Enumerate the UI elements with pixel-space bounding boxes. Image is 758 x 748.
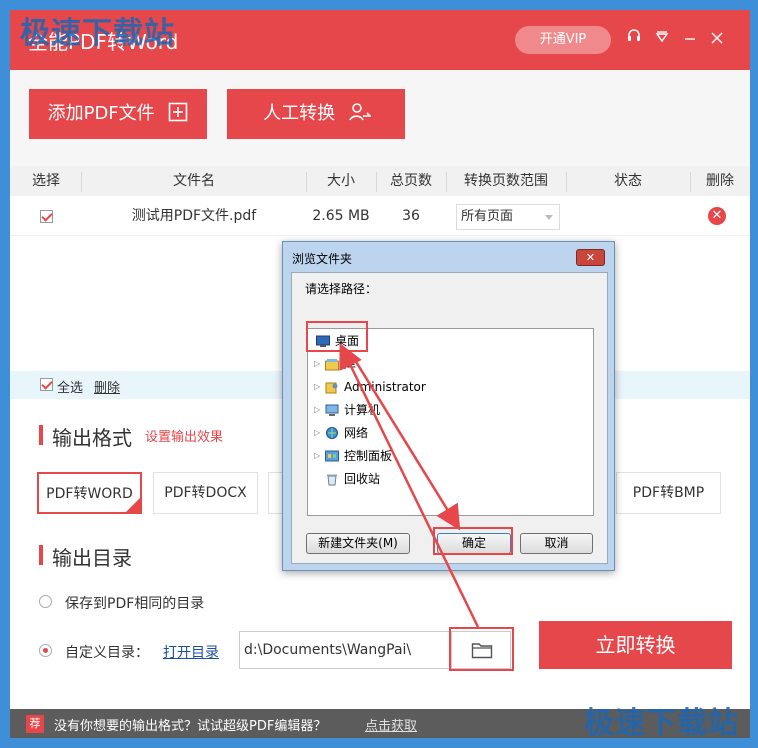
tree-label: 库 <box>344 357 357 371</box>
convert-now-button[interactable]: 立即转换 <box>539 621 732 669</box>
output-dir-title: 输出目录 <box>39 542 132 571</box>
expand-icon[interactable]: ▷ <box>314 400 322 420</box>
output-path-input[interactable]: d:\Documents\WangPai\ <box>239 631 451 669</box>
expand-icon[interactable]: ▷ <box>314 446 322 466</box>
delete-row-icon[interactable]: ✕ <box>708 207 726 225</box>
recycle-bin-icon <box>325 472 339 486</box>
promo-link[interactable]: 点击获取 <box>365 715 417 734</box>
tree-item-computer[interactable]: ▷ 计算机 <box>308 400 593 420</box>
browse-folder-dialog: 浏览文件夹 ✕ 请选择路径： 桌面 ▷ 库 ▷ Administrator ▷ … <box>282 241 615 571</box>
add-pdf-button[interactable]: 添加PDF文件 <box>29 89 207 139</box>
radio-same-dir-label[interactable]: 保存到PDF相同的目录 <box>65 593 204 613</box>
toolbar: 添加PDF文件 人工转换 <box>10 70 750 166</box>
file-table-header: 选择 文件名 大小 总页数 转换页数范围 状态 删除 <box>10 166 750 196</box>
tree-item-recycle-bin[interactable]: 回收站 <box>308 469 593 489</box>
tree-label: 网络 <box>344 426 369 440</box>
control-panel-icon <box>325 449 339 462</box>
row-checkbox[interactable] <box>39 209 53 223</box>
dialog-cancel-button[interactable]: 取消 <box>520 533 593 554</box>
library-icon <box>325 357 339 371</box>
format-pdf-to-docx[interactable]: PDF转DOCX <box>153 472 258 514</box>
chevron-down-icon <box>545 215 553 220</box>
tree-item-administrator[interactable]: ▷ Administrator <box>308 377 593 397</box>
watermark-logo-bottom: 极速下载站 <box>584 706 739 741</box>
col-range: 转换页数范围 <box>464 173 548 189</box>
promo-message: 没有你想要的输出格式？试试超级PDF编辑器？ <box>54 719 327 734</box>
select-all-checkbox[interactable] <box>40 378 53 391</box>
network-icon <box>325 426 339 439</box>
format-pdf-to-bmp[interactable]: PDF转BMP <box>616 472 721 514</box>
manual-convert-label: 人工转换 <box>263 103 336 124</box>
table-row[interactable]: 测试用PDF文件.pdf 2.65 MB 36 所有页面 ✕ <box>10 196 750 236</box>
page-range-select[interactable]: 所有页面 <box>456 204 560 230</box>
page-range-value: 所有页面 <box>461 209 514 224</box>
output-format-title: 输出格式 <box>39 422 132 451</box>
user-transfer-icon <box>349 92 372 121</box>
dialog-close-button[interactable]: ✕ <box>576 249 605 266</box>
dialog-prompt: 请选择路径： <box>305 282 378 296</box>
tree-label: Administrator <box>344 380 426 394</box>
expand-icon[interactable]: ▷ <box>314 354 322 374</box>
format-pdf-to-word[interactable]: PDF转WORD <box>37 472 142 514</box>
dialog-body: 请选择路径： 桌面 ▷ 库 ▷ Administrator ▷ 计算机 ▷ 网络… <box>291 272 608 564</box>
manual-convert-button[interactable]: 人工转换 <box>227 89 405 139</box>
col-filename: 文件名 <box>173 173 215 189</box>
minimize-icon[interactable] <box>681 28 699 52</box>
computer-icon <box>325 403 339 416</box>
col-select: 选择 <box>32 173 60 189</box>
col-status: 状态 <box>614 173 642 189</box>
highlight-ok-button <box>433 527 513 555</box>
highlight-folder-button <box>449 627 514 671</box>
dialog-title: 浏览文件夹 <box>292 252 353 266</box>
new-folder-button[interactable]: 新建文件夹(M) <box>306 533 410 554</box>
tree-item-network[interactable]: ▷ 网络 <box>308 423 593 443</box>
highlight-desktop-item <box>306 321 368 352</box>
radio-custom-dir[interactable] <box>39 644 52 657</box>
tree-label: 回收站 <box>344 472 381 486</box>
row-status <box>566 196 690 236</box>
row-filename: 测试用PDF文件.pdf <box>131 208 257 224</box>
folder-tree[interactable]: 桌面 ▷ 库 ▷ Administrator ▷ 计算机 ▷ 网络 ▷ 控制面板… <box>307 328 594 516</box>
headset-icon[interactable] <box>625 28 643 52</box>
expand-icon[interactable]: ▷ <box>314 423 322 443</box>
add-pdf-label: 添加PDF文件 <box>47 103 155 124</box>
add-icon <box>168 92 188 122</box>
col-delete: 删除 <box>706 173 734 189</box>
watermark-logo-top: 极速下载站 <box>20 16 175 51</box>
row-size: 2.65 MB <box>312 208 370 224</box>
col-pages: 总页数 <box>390 173 432 189</box>
tree-label: 控制面板 <box>344 449 393 463</box>
tree-item-library[interactable]: ▷ 库 <box>308 354 593 374</box>
delete-selected-link[interactable]: 删除 <box>94 377 120 396</box>
vip-button[interactable]: 开通VIP <box>515 26 611 54</box>
expand-icon[interactable]: ▷ <box>314 377 322 397</box>
select-all-label[interactable]: 全选 <box>57 377 83 396</box>
output-settings-link[interactable]: 设置输出效果 <box>145 426 223 445</box>
close-icon[interactable] <box>708 28 726 52</box>
user-folder-icon <box>325 380 339 394</box>
radio-same-dir[interactable] <box>39 595 52 608</box>
tree-label: 计算机 <box>344 403 381 417</box>
col-size: 大小 <box>327 173 355 189</box>
row-pages: 36 <box>402 208 420 224</box>
tree-item-control-panel[interactable]: ▷ 控制面板 <box>308 446 593 466</box>
open-dir-link[interactable]: 打开目录 <box>163 642 219 662</box>
skin-icon[interactable] <box>653 28 671 52</box>
recommend-badge: 荐 <box>26 715 44 733</box>
row-checkbox-cell[interactable] <box>20 196 72 236</box>
radio-custom-dir-label[interactable]: 自定义目录： <box>65 642 149 662</box>
